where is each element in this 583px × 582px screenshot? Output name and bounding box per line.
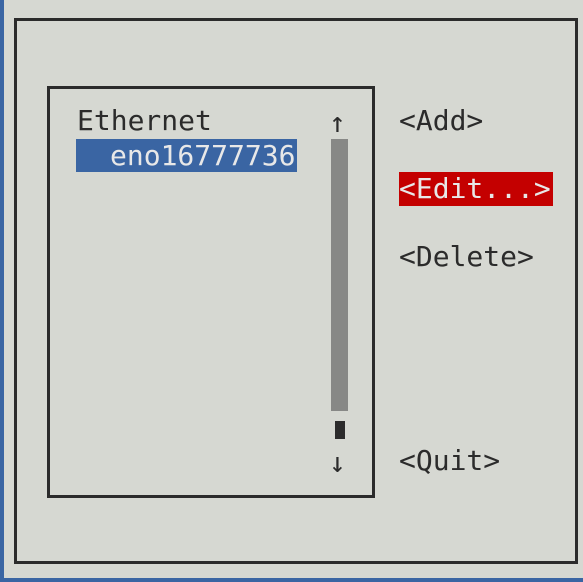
scrollbar-track[interactable] — [331, 139, 348, 411]
list-item-label: eno16777736 — [110, 139, 296, 172]
delete-button[interactable]: <Delete> — [399, 240, 534, 274]
add-button[interactable]: <Add> — [399, 104, 483, 138]
scroll-down-arrow-icon[interactable]: ↓ — [329, 446, 346, 480]
group-label-ethernet: Ethernet — [77, 104, 212, 137]
scrollbar-thumb[interactable] — [335, 421, 345, 439]
quit-button[interactable]: <Quit> — [399, 444, 500, 478]
terminal-screen: Ethernet eno16777736 ↑ ↓ <Add> <Edit...>… — [0, 0, 583, 582]
scroll-up-arrow-icon[interactable]: ↑ — [329, 106, 346, 140]
list-item-selected[interactable]: eno16777736 — [76, 139, 297, 172]
edit-button[interactable]: <Edit...> — [399, 172, 553, 206]
